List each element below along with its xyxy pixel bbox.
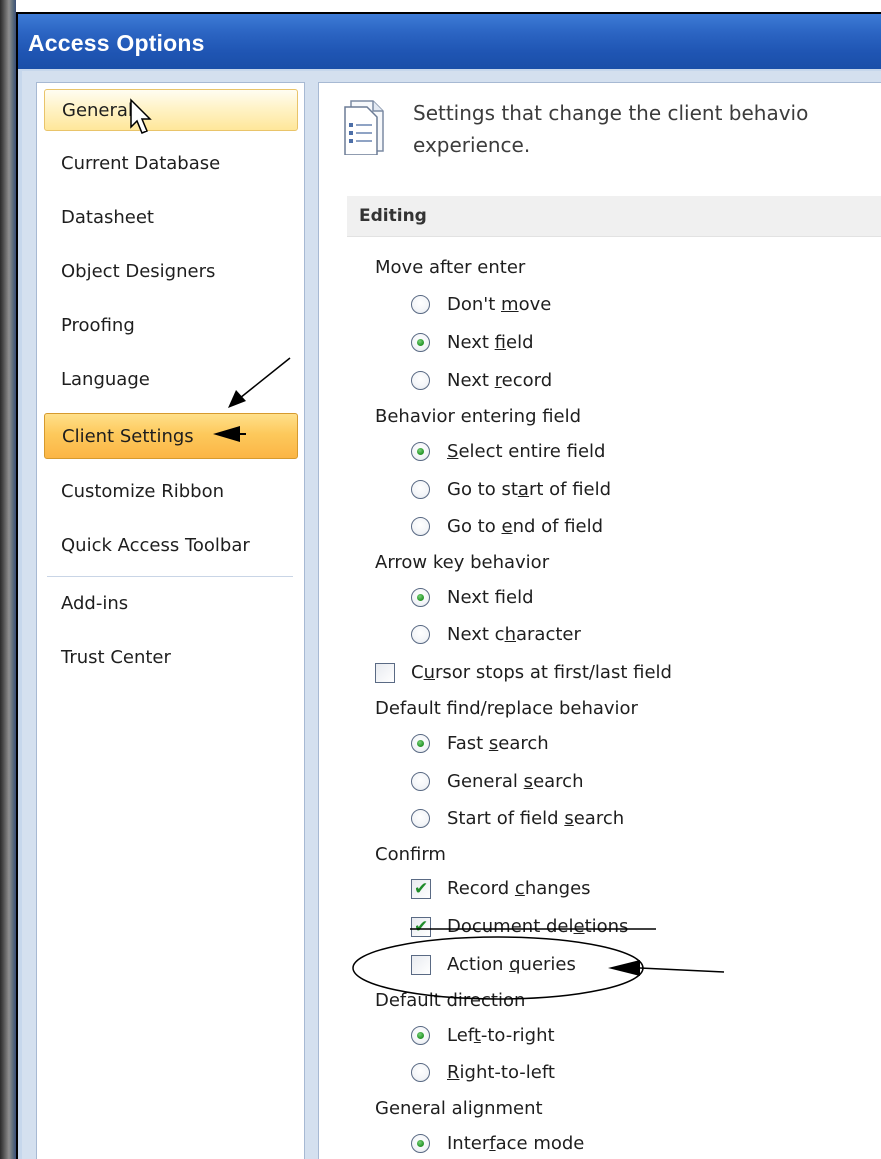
sidebar-item-customize-ribbon[interactable]: Customize Ribbon: [44, 471, 298, 513]
radio-next-field[interactable]: Next field: [411, 330, 534, 356]
sidebar-item-label: General: [62, 100, 133, 121]
checkbox[interactable]: [375, 663, 395, 683]
checkbox-record-changes[interactable]: Record changes: [411, 876, 591, 902]
checkbox[interactable]: [411, 955, 431, 975]
sidebar-item-label: Proofing: [61, 315, 135, 336]
radio-button[interactable]: [411, 295, 430, 314]
radio-go-to-start-of-field[interactable]: Go to start of field: [411, 477, 611, 503]
sidebar-item-label: Trust Center: [61, 647, 171, 668]
radio-button-selected[interactable]: [411, 442, 430, 461]
radio-button-selected[interactable]: [411, 1026, 430, 1045]
options-content-panel: Settings that change the client behavio …: [318, 82, 881, 1159]
sidebar-item-label: Language: [61, 369, 150, 390]
group-label-move-after-enter: Move after enter: [375, 257, 526, 278]
access-options-dialog: Access Options General Current Database …: [16, 12, 881, 1159]
sidebar-item-current-database[interactable]: Current Database: [44, 143, 298, 185]
radio-button[interactable]: [411, 625, 430, 644]
radio-button[interactable]: [411, 1063, 430, 1082]
checkbox-checked[interactable]: [411, 876, 431, 902]
group-label-confirm: Confirm: [375, 844, 446, 865]
radio-button[interactable]: [411, 772, 430, 791]
group-label-general-alignment: General alignment: [375, 1098, 543, 1119]
sidebar-item-label: Client Settings: [62, 426, 194, 447]
radio-button-selected[interactable]: [411, 1134, 430, 1153]
group-label-behavior-entering-field: Behavior entering field: [375, 406, 582, 427]
group-label-arrow-key-behavior: Arrow key behavior: [375, 552, 550, 573]
radio-arrow-next-field[interactable]: Next field: [411, 585, 534, 611]
radio-button[interactable]: [411, 809, 430, 828]
radio-button-selected[interactable]: [411, 588, 430, 607]
sidebar-item-label: Customize Ribbon: [61, 481, 224, 502]
sidebar-item-datasheet[interactable]: Datasheet: [44, 197, 298, 239]
radio-interface-mode[interactable]: Interface mode: [411, 1131, 584, 1157]
radio-dont-move[interactable]: Don't move: [411, 292, 551, 318]
settings-page-icon: [344, 100, 384, 155]
sidebar-item-label: Add-ins: [61, 593, 129, 614]
radio-general-search[interactable]: General search: [411, 769, 583, 795]
sidebar-item-client-settings[interactable]: Client Settings: [44, 413, 298, 459]
title-bar[interactable]: Access Options: [18, 14, 881, 69]
sidebar-item-label: Datasheet: [61, 207, 154, 228]
editing-section-header: Editing: [347, 196, 881, 237]
radio-right-to-left[interactable]: Right-to-left: [411, 1060, 555, 1086]
background-window-edge: [0, 0, 16, 1159]
radio-button[interactable]: [411, 517, 430, 536]
radio-button[interactable]: [411, 371, 430, 390]
sidebar-item-add-ins[interactable]: Add-ins: [44, 583, 298, 625]
group-label-default-direction: Default direction: [375, 990, 526, 1011]
radio-go-to-end-of-field[interactable]: Go to end of field: [411, 514, 603, 540]
radio-fast-search[interactable]: Fast search: [411, 731, 549, 757]
radio-button[interactable]: [411, 480, 430, 499]
sidebar-item-label: Current Database: [61, 153, 221, 174]
options-sidebar: General Current Database Datasheet Objec…: [36, 82, 305, 1159]
radio-start-of-field-search[interactable]: Start of field search: [411, 806, 624, 832]
sidebar-item-object-designers[interactable]: Object Designers: [44, 251, 298, 293]
checkbox-action-queries[interactable]: Action queries: [411, 952, 576, 978]
sidebar-item-language[interactable]: Language: [44, 359, 298, 401]
section-title: Editing: [359, 206, 427, 226]
radio-next-character[interactable]: Next character: [411, 622, 581, 648]
checkbox-cursor-stops[interactable]: Cursor stops at first/last field: [375, 660, 672, 686]
sidebar-item-trust-center[interactable]: Trust Center: [44, 637, 298, 679]
radio-button-selected[interactable]: [411, 734, 430, 753]
checkbox-document-deletions[interactable]: Document deletions: [411, 914, 628, 940]
sidebar-item-quick-access-toolbar[interactable]: Quick Access Toolbar: [44, 525, 298, 567]
sidebar-item-proofing[interactable]: Proofing: [44, 305, 298, 347]
sidebar-divider: [47, 576, 293, 577]
radio-left-to-right[interactable]: Left-to-right: [411, 1023, 555, 1049]
sidebar-item-label: Quick Access Toolbar: [61, 535, 250, 556]
dialog-body: General Current Database Datasheet Objec…: [22, 71, 881, 1159]
checkbox-checked[interactable]: [411, 914, 431, 940]
group-label-find-replace: Default find/replace behavior: [375, 698, 638, 719]
radio-next-record[interactable]: Next record: [411, 368, 552, 394]
sidebar-item-general[interactable]: General: [44, 89, 298, 131]
radio-select-entire-field[interactable]: Select entire field: [411, 439, 605, 465]
radio-button-selected[interactable]: [411, 333, 430, 352]
dialog-title: Access Options: [28, 30, 205, 56]
sidebar-item-label: Object Designers: [61, 261, 216, 282]
page-description: Settings that change the client behavio …: [413, 101, 809, 157]
